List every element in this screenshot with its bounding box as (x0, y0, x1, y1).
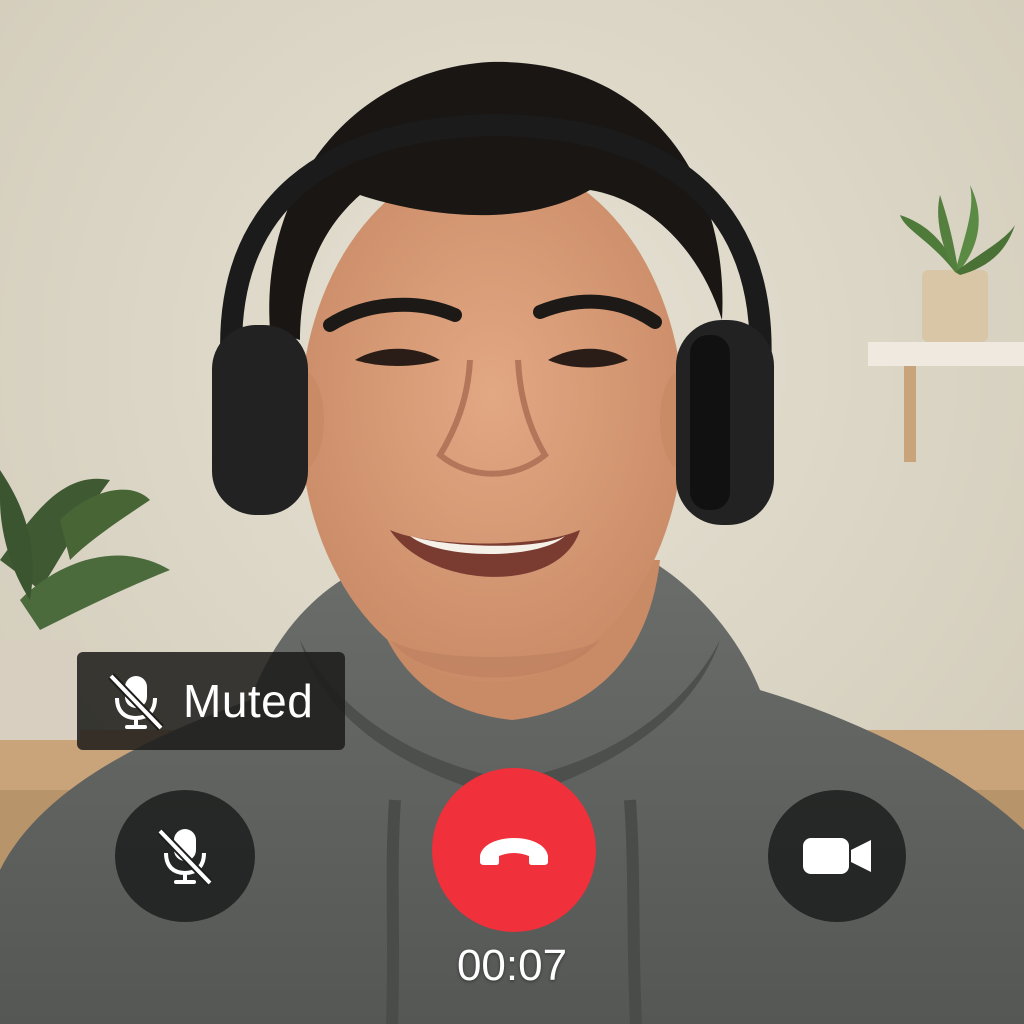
video-toggle-button[interactable] (768, 790, 906, 922)
call-timer: 00:07 (456, 941, 568, 990)
mute-toggle-button[interactable] (115, 790, 255, 922)
video-camera-icon (803, 838, 871, 874)
end-call-button[interactable] (432, 768, 596, 932)
muted-status-badge: Muted (77, 652, 345, 750)
phone-hangup-icon (480, 838, 548, 865)
microphone-off-icon (108, 673, 164, 731)
microphone-off-icon (157, 828, 213, 886)
muted-status-label: Muted (183, 675, 314, 727)
